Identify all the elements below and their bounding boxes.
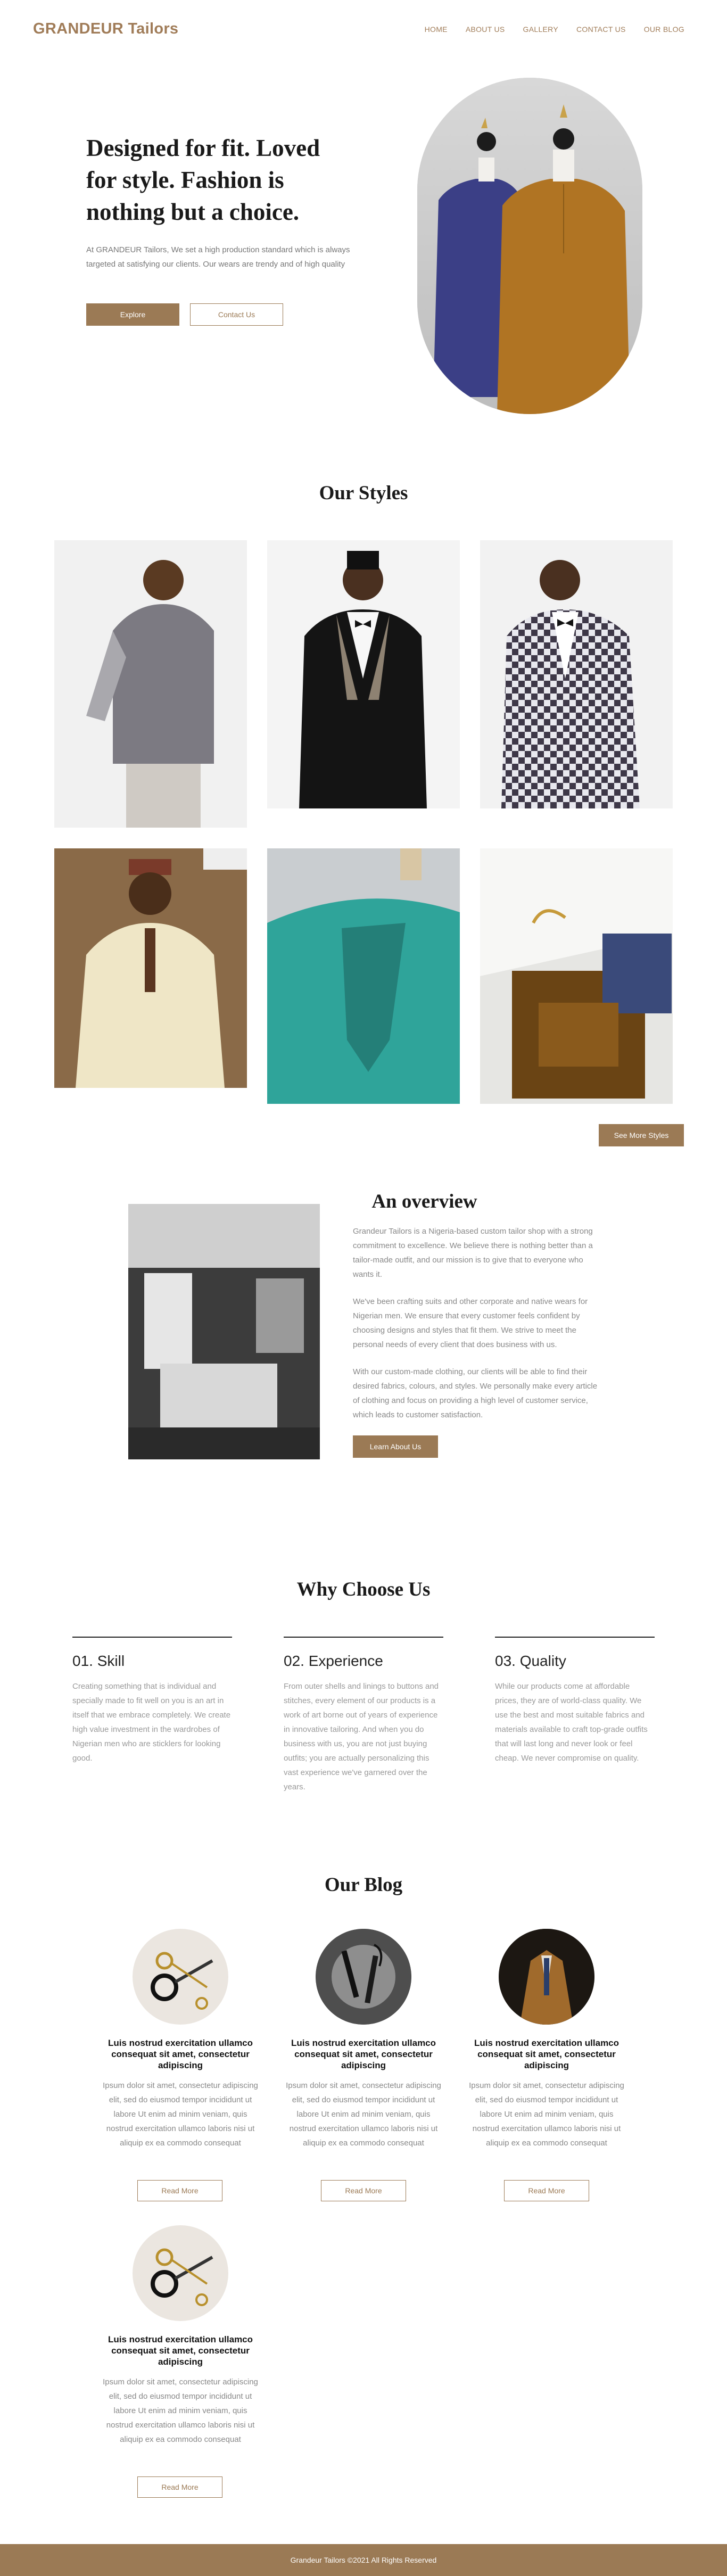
- learn-about-us-button[interactable]: Learn About Us: [353, 1435, 438, 1458]
- blog-post-title[interactable]: Luis nostrud exercitation ullamco conseq…: [467, 2037, 626, 2071]
- blog-post-image-suit: [499, 1929, 594, 2025]
- blog-post-title[interactable]: Luis nostrud exercitation ullamco conseq…: [284, 2037, 443, 2071]
- style-image-teal-embroidery[interactable]: [267, 848, 460, 1104]
- blog-post-image-pens: [316, 1929, 411, 2025]
- footer-copyright: Grandeur Tailors ©2021 All Rights Reserv…: [290, 2556, 437, 2564]
- nav-contact-us[interactable]: CONTACT US: [576, 25, 626, 34]
- why-divider-2: [284, 1637, 443, 1638]
- blog-post-excerpt: Ipsum dolor sit amet, consectetur adipis…: [103, 2081, 258, 2148]
- why-title: Why Choose Us: [296, 1579, 431, 1600]
- overview-paragraph-3: With our custom-made clothing, our clien…: [353, 1367, 598, 1419]
- read-more-button[interactable]: Read More: [137, 2180, 222, 2201]
- explore-button[interactable]: Explore: [86, 303, 179, 326]
- why-divider-3: [495, 1637, 655, 1638]
- blog-post-image-scissors: [133, 1929, 228, 2025]
- hero-mannequin-image: [417, 78, 642, 414]
- blog-post-image-scissors: [133, 2225, 228, 2321]
- style-image-packaging[interactable]: [480, 848, 673, 1104]
- style-image-tuxedo[interactable]: [267, 540, 460, 808]
- site-logo[interactable]: GRANDEUR Tailors: [33, 20, 178, 38]
- nav-home[interactable]: HOME: [425, 25, 448, 34]
- overview-workshop-image: [128, 1204, 320, 1459]
- site-footer: Grandeur Tailors ©2021 All Rights Reserv…: [0, 2544, 727, 2576]
- see-more-styles-button[interactable]: See More Styles: [599, 1124, 684, 1146]
- read-more-button[interactable]: Read More: [137, 2476, 222, 2498]
- page: GRANDEUR Tailors HOME ABOUT US GALLERY C…: [0, 0, 727, 2576]
- why-text-quality: While our products come at affordable pr…: [495, 1682, 648, 1763]
- styles-title: Our Styles: [319, 482, 408, 504]
- overview-paragraph-2: We've been crafting suits and other corp…: [353, 1297, 588, 1349]
- blog-post-excerpt: Ipsum dolor sit amet, consectetur adipis…: [103, 2377, 258, 2444]
- blog-post-title[interactable]: Luis nostrud exercitation ullamco conseq…: [101, 2334, 260, 2367]
- style-image-grey-kaftan[interactable]: [54, 540, 247, 828]
- blog-title: Our Blog: [324, 1874, 403, 1896]
- contact-us-button[interactable]: Contact Us: [190, 303, 283, 326]
- why-divider-1: [72, 1637, 232, 1638]
- why-text-skill: Creating something that is individual an…: [72, 1682, 231, 1763]
- hero-title: Designed for fit. Loved for style. Fashi…: [86, 135, 320, 225]
- nav-gallery[interactable]: GALLERY: [523, 25, 558, 34]
- why-text-experience: From outer shells and linings to buttons…: [284, 1682, 439, 1791]
- why-heading-skill: 01. Skill: [72, 1653, 125, 1669]
- nav-about-us[interactable]: ABOUT US: [466, 25, 505, 34]
- blog-post-title[interactable]: Luis nostrud exercitation ullamco conseq…: [101, 2037, 260, 2071]
- main-nav: HOME ABOUT US GALLERY CONTACT US OUR BLO…: [425, 25, 684, 34]
- hero-text: At GRANDEUR Tailors, We set a high produ…: [86, 245, 350, 269]
- style-image-checked-jacket[interactable]: [480, 540, 673, 808]
- read-more-button[interactable]: Read More: [321, 2180, 406, 2201]
- nav-our-blog[interactable]: OUR BLOG: [644, 25, 684, 34]
- why-heading-quality: 03. Quality: [495, 1653, 566, 1669]
- why-heading-experience: 02. Experience: [284, 1653, 383, 1669]
- blog-post-excerpt: Ipsum dolor sit amet, consectetur adipis…: [469, 2081, 624, 2148]
- read-more-button[interactable]: Read More: [504, 2180, 589, 2201]
- overview-paragraph-1: Grandeur Tailors is a Nigeria-based cust…: [353, 1227, 593, 1279]
- style-image-cream-native[interactable]: [54, 848, 247, 1088]
- blog-post-excerpt: Ipsum dolor sit amet, consectetur adipis…: [286, 2081, 441, 2148]
- overview-title: An overview: [371, 1191, 477, 1212]
